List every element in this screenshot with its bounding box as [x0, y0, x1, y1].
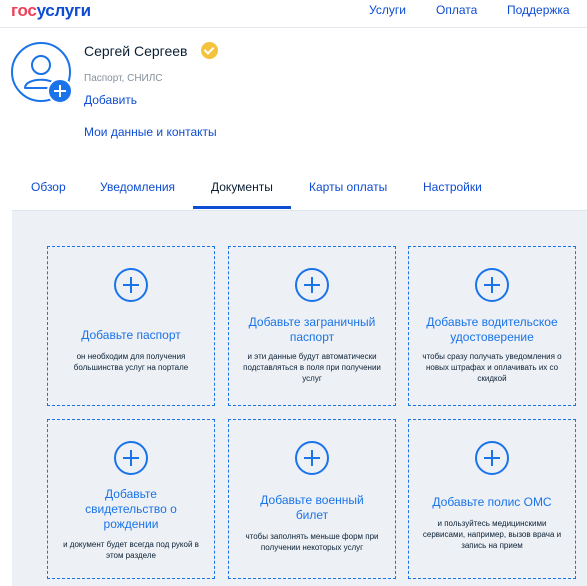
card-description: и пользуйтесь медицинскими сервисами, на… — [422, 519, 562, 550]
add-plus-icon — [475, 441, 509, 475]
documents-panel: Добавьте паспорт он необходим для получе… — [12, 211, 587, 586]
tab-overview[interactable]: Обзор — [31, 180, 66, 194]
card-description: он необходим для получения большинства у… — [73, 352, 189, 372]
verified-check-icon — [201, 42, 218, 59]
profile-tabs: Обзор Уведомления Документы Карты оплаты… — [12, 170, 587, 211]
card-title: Добавьте водительское удостоверение — [426, 315, 558, 344]
tab-settings[interactable]: Настройки — [423, 180, 482, 194]
add-driver-license-card[interactable]: Добавьте водительское удостоверение чтоб… — [408, 246, 576, 406]
tab-payment-cards[interactable]: Карты оплаты — [309, 180, 387, 194]
nav-support[interactable]: Поддержка — [507, 3, 570, 17]
card-description: и документ будет всегда под рукой в этом… — [63, 540, 199, 560]
card-title: Добавьте свидетельство о рождении — [85, 487, 177, 531]
gosuslugi-logo[interactable]: госуслуги — [11, 1, 91, 21]
add-military-id-card[interactable]: Добавьте военный билет чтобы заполнять м… — [228, 419, 396, 579]
card-description: и эти данные будут автоматически подстав… — [243, 352, 381, 383]
nav-payment[interactable]: Оплата — [436, 3, 477, 17]
add-plus-icon — [114, 441, 148, 475]
top-header: госуслуги Услуги Оплата Поддержка — [0, 0, 587, 28]
active-tab-indicator — [193, 206, 291, 209]
card-title: Добавьте военный билет — [260, 493, 364, 522]
add-plus-icon — [295, 441, 329, 475]
user-name: Сергей Сергеев — [84, 43, 188, 59]
add-plus-icon — [114, 268, 148, 302]
card-title: Добавьте полис ОМС — [432, 495, 552, 509]
add-plus-icon — [295, 268, 329, 302]
tab-documents[interactable]: Документы — [211, 180, 273, 194]
add-birth-certificate-card[interactable]: Добавьте свидетельство о рождении и доку… — [47, 419, 215, 579]
add-document-link[interactable]: Добавить — [84, 93, 137, 107]
add-passport-card[interactable]: Добавьте паспорт он необходим для получе… — [47, 246, 215, 406]
add-foreign-passport-card[interactable]: Добавьте заграничный паспорт и эти данны… — [228, 246, 396, 406]
card-description: чтобы заполнять меньше форм при получени… — [245, 532, 379, 552]
card-description: чтобы сразу получать уведомления о новых… — [422, 352, 562, 383]
tab-notifications[interactable]: Уведомления — [100, 180, 175, 194]
documents-hint: Паспорт, СНИЛС — [84, 73, 163, 84]
card-title: Добавьте паспорт — [81, 328, 181, 342]
add-oms-policy-card[interactable]: Добавьте полис ОМС и пользуйтесь медицин… — [408, 419, 576, 579]
my-data-contacts-link[interactable]: Мои данные и контакты — [84, 125, 217, 139]
logo-part-gos: гос — [11, 1, 37, 20]
add-photo-icon[interactable] — [47, 78, 73, 104]
card-title: Добавьте заграничный паспорт — [248, 315, 376, 344]
nav-services[interactable]: Услуги — [369, 3, 406, 17]
logo-part-uslugi: услуги — [36, 1, 92, 20]
add-plus-icon — [475, 268, 509, 302]
